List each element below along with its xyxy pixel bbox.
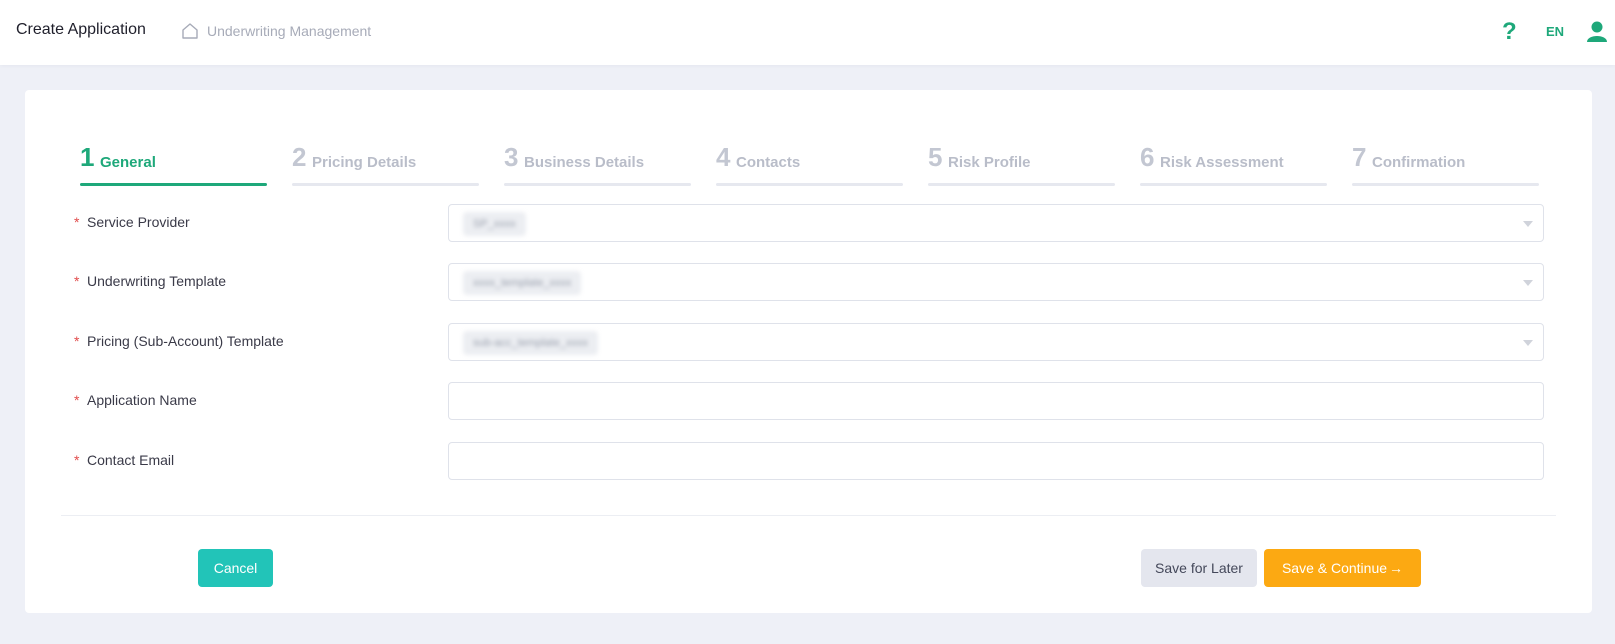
required-mark: * [74, 333, 80, 349]
step-progress-bar [1352, 183, 1539, 186]
contact-email-row: * Contact Email [25, 442, 1592, 482]
selected-value-chip: SP_xxxx [463, 212, 526, 236]
contact-email-input[interactable] [449, 443, 1543, 479]
home-icon[interactable] [181, 22, 199, 40]
cancel-button[interactable]: Cancel [198, 549, 273, 587]
step-progress-bar [928, 183, 1115, 186]
required-mark: * [74, 392, 80, 408]
step-number: 6 [1140, 142, 1155, 172]
save-and-continue-button[interactable]: Save & Continue → [1264, 549, 1421, 587]
step-label: Contacts [736, 154, 801, 171]
page-title: Create Application [16, 21, 146, 38]
required-mark: * [74, 452, 80, 468]
selected-value-chip: sub-acc_template_xxxx [463, 331, 598, 355]
step-general[interactable]: 1 General [80, 142, 267, 186]
divider [61, 515, 1556, 516]
step-label: Risk Profile [948, 154, 1031, 171]
underwriting-template-select[interactable]: xxxx_template_xxxx [448, 263, 1544, 301]
breadcrumb-link-underwriting[interactable]: Underwriting Management [207, 23, 371, 39]
step-number: 1 [80, 142, 95, 172]
step-progress-bar [80, 183, 267, 186]
pricing-template-select[interactable]: sub-acc_template_xxxx [448, 323, 1544, 361]
pricing-template-label: Pricing (Sub-Account) Template [87, 333, 284, 349]
service-provider-row: * Service Provider SP_xxxx [25, 204, 1592, 244]
application-name-row: * Application Name [25, 382, 1592, 422]
step-risk-assessment[interactable]: 6 Risk Assessment [1140, 142, 1327, 186]
step-number: 5 [928, 142, 943, 172]
required-mark: * [74, 214, 80, 230]
step-label: Pricing Details [312, 154, 417, 171]
application-name-input[interactable] [449, 383, 1543, 419]
step-label: Business Details [524, 154, 645, 171]
top-header: Create Application Underwriting Manageme… [0, 0, 1615, 65]
user-avatar-icon[interactable] [1586, 20, 1608, 42]
application-form-card: 1 General 2 Pricing Details 3 Business D… [25, 90, 1592, 613]
step-label: Risk Assessment [1160, 154, 1284, 171]
pricing-template-row: * Pricing (Sub-Account) Template sub-acc… [25, 323, 1592, 363]
save-and-continue-label: Save & Continue [1281, 560, 1388, 576]
arrow-right-icon: → [1389, 560, 1404, 576]
underwriting-template-label: Underwriting Template [87, 273, 227, 289]
required-mark: * [74, 273, 80, 289]
step-progress-bar [292, 183, 479, 186]
step-progress-bar [1140, 183, 1327, 186]
step-progress-bar [504, 183, 691, 186]
step-number: 4 [716, 142, 731, 172]
step-contacts[interactable]: 4 Contacts [716, 142, 903, 186]
chevron-down-icon [1523, 340, 1533, 346]
chevron-down-icon [1523, 221, 1533, 227]
underwriting-template-row: * Underwriting Template xxxx_template_xx… [25, 263, 1592, 303]
step-confirmation[interactable]: 7 Confirmation [1352, 142, 1539, 186]
step-business-details[interactable]: 3 Business Details [504, 142, 691, 186]
application-name-label: Application Name [87, 392, 197, 408]
service-provider-label: Service Provider [87, 214, 190, 230]
step-number: 2 [292, 142, 307, 172]
step-risk-profile[interactable]: 5 Risk Profile [928, 142, 1115, 186]
step-label: Confirmation [1372, 154, 1466, 171]
step-pricing-details[interactable]: 2 Pricing Details [292, 142, 479, 186]
contact-email-label: Contact Email [87, 452, 175, 468]
chevron-down-icon [1523, 280, 1533, 286]
breadcrumb[interactable]: Underwriting Management [181, 22, 371, 40]
help-icon[interactable]: ? [1502, 18, 1517, 46]
step-progress-bar [716, 183, 903, 186]
step-number: 3 [504, 142, 519, 172]
save-for-later-button[interactable]: Save for Later [1141, 549, 1257, 587]
language-selector[interactable]: EN [1546, 24, 1564, 39]
stepper: 1 General 2 Pricing Details 3 Business D… [80, 142, 1539, 186]
selected-value-chip: xxxx_template_xxxx [463, 271, 582, 295]
service-provider-select[interactable]: SP_xxxx [448, 204, 1544, 242]
application-name-field[interactable] [448, 382, 1544, 420]
contact-email-field[interactable] [448, 442, 1544, 480]
step-label: General [100, 154, 156, 171]
step-number: 7 [1352, 142, 1367, 172]
